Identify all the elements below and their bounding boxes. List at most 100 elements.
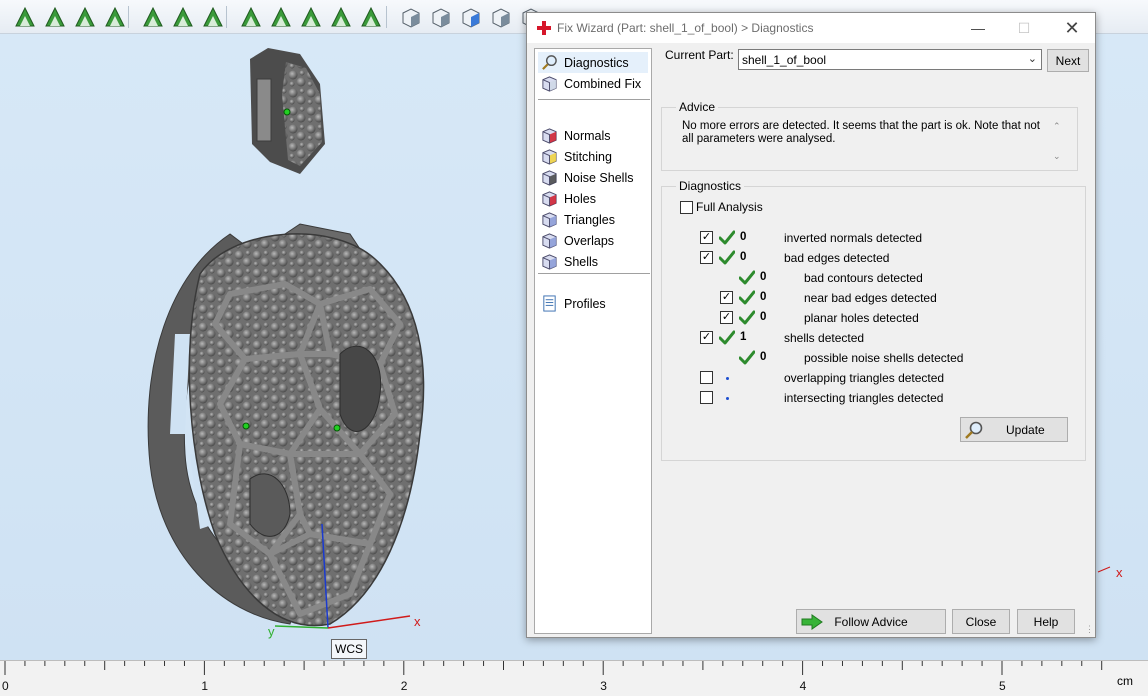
next-button[interactable]: Next <box>1047 49 1089 72</box>
dialog-title: Fix Wizard (Part: shell_1_of_bool) > Dia… <box>557 21 814 35</box>
current-part-select[interactable]: shell_1_of_bool ⌄ <box>738 49 1042 70</box>
green-check-icon <box>718 250 736 266</box>
minimize-button[interactable]: — <box>955 13 1001 43</box>
ruler-unit: cm <box>1117 674 1133 688</box>
diagnostic-checkbox[interactable]: ✓ <box>700 251 713 264</box>
scroll-up-icon[interactable]: ⌃ <box>1053 121 1061 132</box>
resize-grip[interactable]: ⋮ <box>1085 625 1095 637</box>
select-shell-icon[interactable] <box>102 4 128 30</box>
green-check-icon <box>738 290 756 306</box>
mark-box-icon[interactable] <box>358 4 384 30</box>
select-surface-icon[interactable] <box>42 4 68 30</box>
diagnostic-checkbox[interactable] <box>700 391 713 404</box>
full-analysis-label: Full Analysis <box>696 200 763 214</box>
nav-item-label: Triangles <box>564 212 615 227</box>
green-check-icon <box>718 230 736 246</box>
diagnostic-count: 0 <box>760 291 767 303</box>
ruler-tick-label: 0 <box>2 679 9 693</box>
diagnostic-label: intersecting triangles detected <box>784 391 944 405</box>
wizard-nav-panel: Diagnostics Combined Fix Normals Stitching N… <box>534 48 652 634</box>
ruler-tick-label: 1 <box>201 679 209 693</box>
x-axis-label: x <box>414 614 421 629</box>
diagnostic-count: 0 <box>760 311 767 323</box>
green-arrow-icon <box>801 614 823 630</box>
maximize-button[interactable]: ☐ <box>1001 13 1047 43</box>
magnifier-icon <box>965 421 983 439</box>
mark-sphere-icon[interactable] <box>328 4 354 30</box>
maximize-icon: ☐ <box>1017 19 1031 36</box>
nav-item-label: Holes <box>564 191 596 206</box>
help-button[interactable]: Help <box>1017 609 1075 634</box>
nav-item-label: Profiles <box>564 296 606 311</box>
nav-item-label: Shells <box>564 254 599 269</box>
current-part-value: shell_1_of_bool <box>742 53 827 67</box>
ruler-tick-label: 4 <box>799 679 807 693</box>
diagnostic-label: inverted normals detected <box>784 231 923 245</box>
chevron-down-icon: ⌄ <box>1027 53 1037 65</box>
minimize-icon: — <box>971 20 985 36</box>
close-button[interactable]: Close <box>952 609 1010 634</box>
nav-item-noise-shells[interactable]: Noise Shells <box>538 167 648 188</box>
green-check-icon <box>738 310 756 326</box>
bail-charm <box>250 48 325 174</box>
diagnostic-checkbox[interactable]: ✓ <box>720 311 733 324</box>
ruler-tick-label: 2 <box>400 679 408 693</box>
full-analysis-checkbox[interactable] <box>680 201 693 214</box>
ruler-ticks <box>4 661 1103 675</box>
mark-surface-icon[interactable] <box>170 4 196 30</box>
update-label: Update <box>1006 422 1045 437</box>
nav-item-label: Overlaps <box>564 233 615 248</box>
diagnostic-checkbox[interactable]: ✓ <box>720 291 733 304</box>
diagnostic-label: bad contours detected <box>804 271 923 285</box>
current-part-label: Current Part: <box>665 48 734 62</box>
mark-shell-icon[interactable] <box>268 4 294 30</box>
nav-item-triangles[interactable]: Triangles <box>538 209 648 230</box>
view-front-icon[interactable] <box>398 4 424 30</box>
diagnostic-count: 0 <box>740 231 747 243</box>
scroll-down-icon[interactable]: ⌄ <box>1053 151 1061 162</box>
diagnostic-label: overlapping triangles detected <box>784 371 945 385</box>
close-window-button[interactable]: ✕ <box>1049 13 1095 43</box>
mark-curve-icon[interactable] <box>200 4 226 30</box>
diagnostic-label: near bad edges detected <box>804 291 937 305</box>
ruler-tick-label: 5 <box>999 679 1006 693</box>
mark-plane-icon[interactable] <box>238 4 264 30</box>
follow-advice-label: Follow Advice <box>834 614 908 629</box>
diagnostic-checkbox[interactable] <box>700 371 713 384</box>
follow-advice-button[interactable]: Follow Advice <box>796 609 946 634</box>
nav-item-overlaps[interactable]: Overlaps <box>538 230 648 251</box>
advice-scrollbar[interactable]: ⌃ ⌄ <box>1050 119 1066 165</box>
nav-item-label: Noise Shells <box>564 170 634 185</box>
y-axis-line <box>274 625 329 629</box>
nav-item-profiles[interactable]: Profiles <box>538 293 648 314</box>
diagnostic-checkbox[interactable]: ✓ <box>700 231 713 244</box>
nav-item-combined-fix[interactable]: Combined Fix <box>538 73 648 94</box>
diagnostic-label: shells detected <box>784 331 865 345</box>
mark-polyline-icon[interactable] <box>298 4 324 30</box>
view-back-icon[interactable] <box>428 4 454 30</box>
nav-item-diagnostics[interactable]: Diagnostics <box>538 52 648 73</box>
nav-item-holes[interactable]: Holes <box>538 188 648 209</box>
update-button[interactable]: Update <box>960 417 1068 442</box>
green-check-icon <box>738 270 756 286</box>
view-left-icon[interactable] <box>458 4 484 30</box>
diagnostic-label: possible noise shells detected <box>804 351 964 365</box>
mark-triangle-icon[interactable] <box>140 4 166 30</box>
nav-item-label: Stitching <box>564 149 612 164</box>
toolbar-separator <box>226 6 227 28</box>
nav-item-normals[interactable]: Normals <box>538 125 648 146</box>
view-right-icon[interactable] <box>488 4 514 30</box>
dialog-titlebar[interactable]: Fix Wizard (Part: shell_1_of_bool) > Dia… <box>527 13 1095 43</box>
green-check-icon <box>718 330 736 346</box>
nav-item-stitching[interactable]: Stitching <box>538 146 648 167</box>
select-curve-icon[interactable] <box>72 4 98 30</box>
diagnostics-title: Diagnostics <box>676 179 745 193</box>
fix-wizard-dialog: Fix Wizard (Part: shell_1_of_bool) > Dia… <box>526 12 1096 638</box>
diagnostic-label: bad edges detected <box>784 251 890 265</box>
nav-item-shells[interactable]: Shells <box>538 251 648 272</box>
x-axis-label-far: x <box>1116 565 1123 580</box>
select-triangle-icon[interactable] <box>12 4 38 30</box>
diagnostic-checkbox[interactable]: ✓ <box>700 331 713 344</box>
nav-item-label: Combined Fix <box>564 76 642 91</box>
nav-separator <box>538 99 650 100</box>
